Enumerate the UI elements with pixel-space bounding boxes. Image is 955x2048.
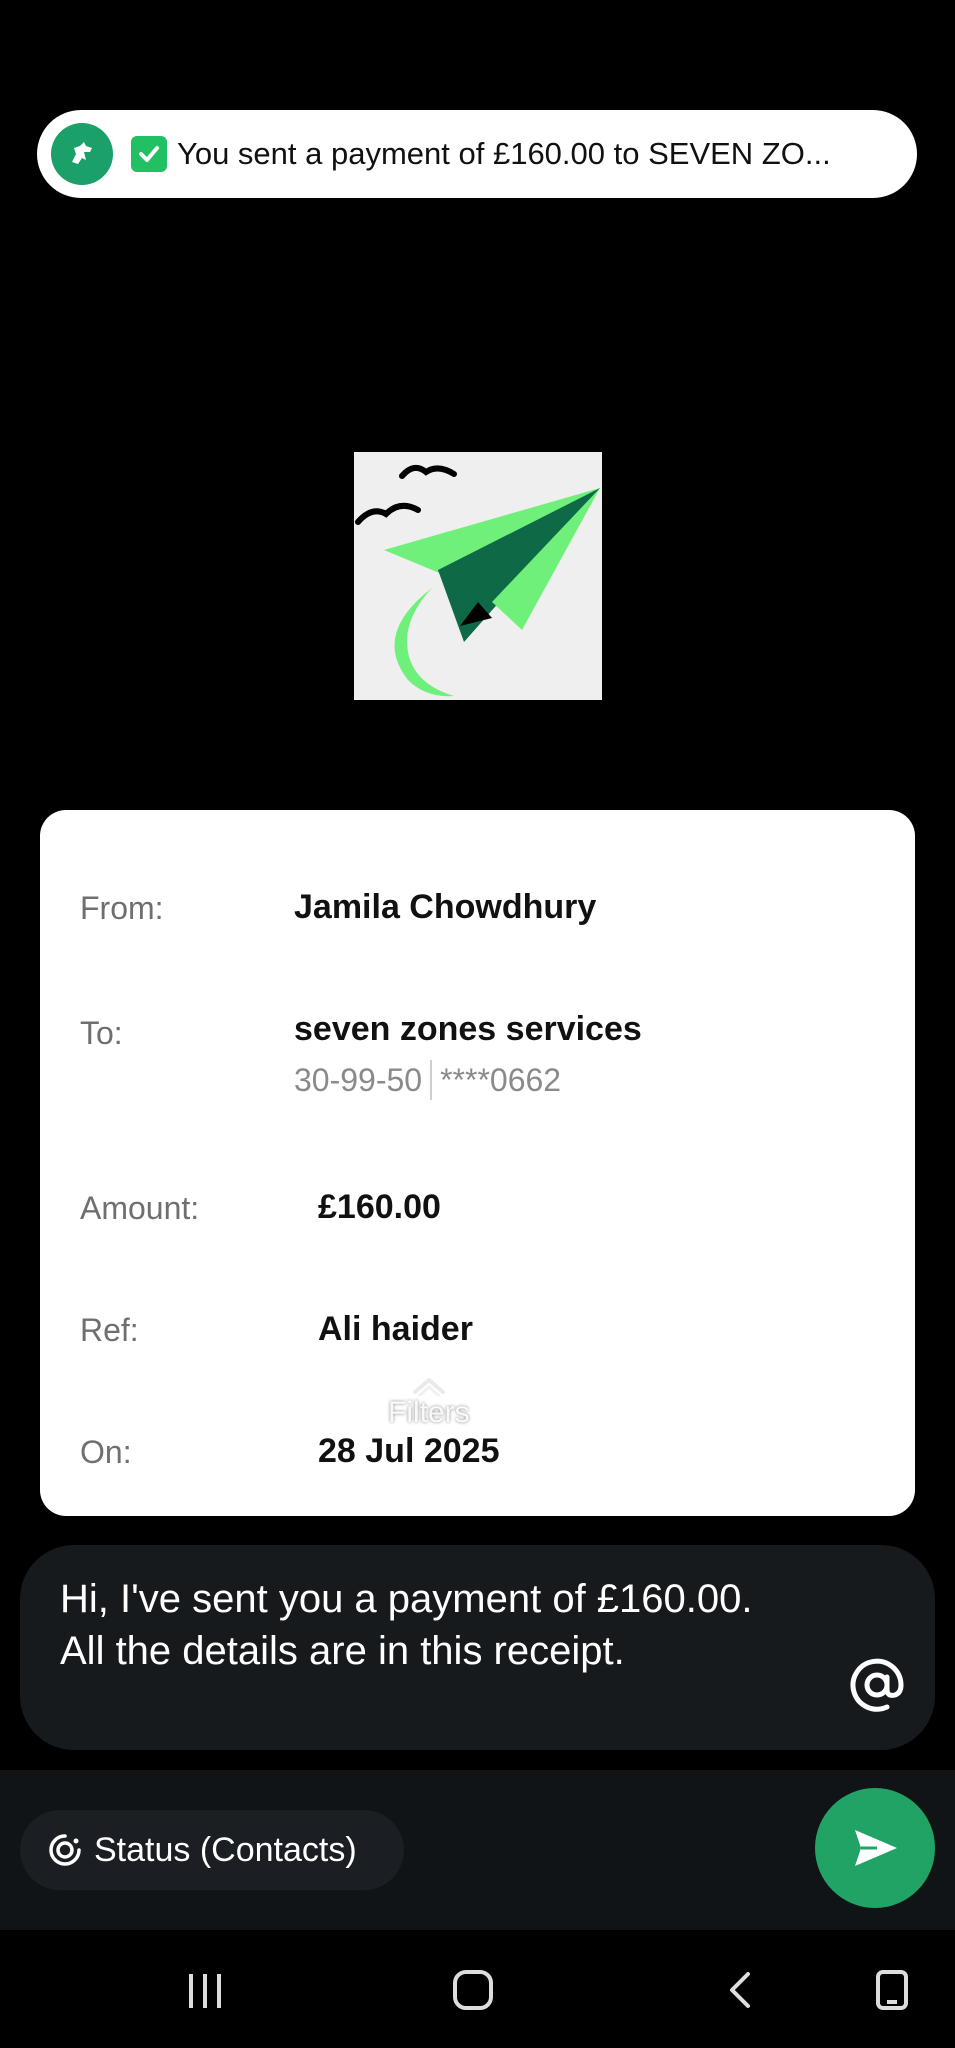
filters-label: Filters	[388, 1396, 470, 1429]
amount-value: £160.00	[318, 1188, 441, 1226]
on-value: 28 Jul 2025	[318, 1432, 500, 1470]
notification-text: You sent a payment of £160.00 to SEVEN Z…	[177, 136, 831, 171]
status-ring-icon	[48, 1833, 82, 1867]
divider	[430, 1060, 433, 1100]
to-value: seven zones services	[294, 1010, 642, 1048]
to-label: To:	[80, 1015, 123, 1051]
chevron-up-icon	[388, 1370, 470, 1398]
system-navigation-bar	[0, 1930, 955, 2048]
home-icon[interactable]	[443, 1960, 503, 2020]
rotate-phone-icon[interactable]	[862, 1960, 922, 2020]
filters-button[interactable]: Filters	[388, 1370, 470, 1430]
account-number: ****0662	[440, 1061, 562, 1098]
caption-text: Hi, I've sent you a payment of £160.00. …	[60, 1577, 753, 1673]
payment-receipt-card: From: Jamila Chowdhury To: seven zones s…	[40, 810, 915, 1516]
at-sign-icon[interactable]	[849, 1657, 905, 1713]
status-audience-button[interactable]: Status (Contacts)	[20, 1810, 404, 1890]
recents-icon[interactable]	[175, 1960, 235, 2020]
account-details: 30-99-50 ****0662	[294, 1060, 561, 1100]
send-icon	[855, 1830, 897, 1866]
paper-plane-logo	[354, 452, 602, 700]
on-label: On:	[80, 1434, 132, 1470]
ref-label: Ref:	[80, 1312, 139, 1348]
payment-notification[interactable]: You sent a payment of £160.00 to SEVEN Z…	[37, 110, 917, 198]
ref-value: Ali haider	[318, 1310, 473, 1348]
status-label: Status (Contacts)	[94, 1830, 357, 1869]
check-box-icon	[131, 136, 167, 172]
amount-label: Amount:	[80, 1190, 200, 1226]
caption-input[interactable]: Hi, I've sent you a payment of £160.00. …	[20, 1545, 935, 1750]
sort-code: 30-99-50	[294, 1061, 423, 1098]
from-label: From:	[80, 890, 164, 926]
lloyds-horse-icon	[51, 123, 113, 185]
from-value: Jamila Chowdhury	[294, 888, 597, 926]
bottom-action-bar: Status (Contacts)	[0, 1770, 955, 1930]
send-button[interactable]	[815, 1788, 935, 1908]
back-icon[interactable]	[712, 1960, 772, 2020]
